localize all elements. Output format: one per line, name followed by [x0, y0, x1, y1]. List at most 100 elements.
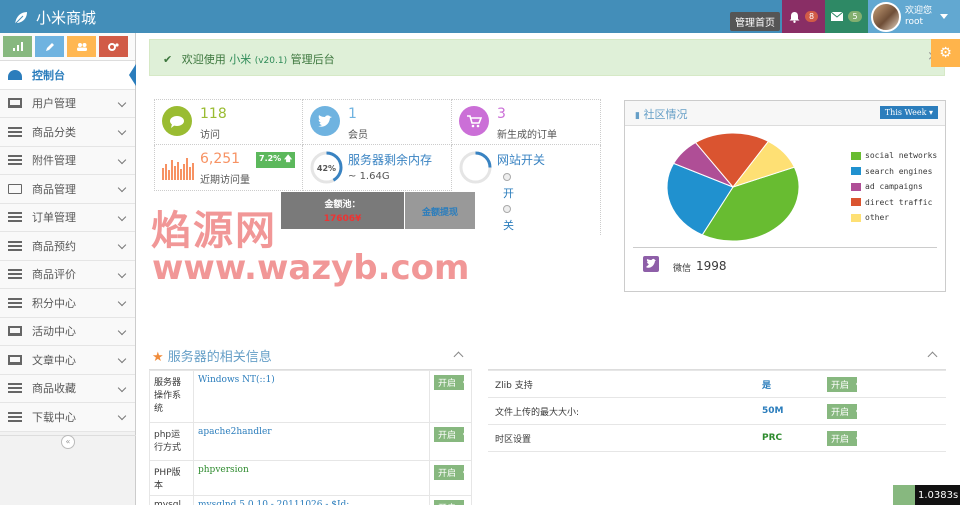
- infobox-members: 1 会员: [303, 99, 452, 145]
- shortcut-chart-button[interactable]: [3, 36, 32, 57]
- row-key: 文件上传的最大大小:: [488, 397, 755, 425]
- gear-icon: ⚙: [939, 45, 952, 61]
- recent-visits-count: 6,251: [200, 151, 241, 167]
- shortcut-users-button[interactable]: [67, 36, 96, 57]
- legend-swatch: [851, 182, 861, 191]
- growth-badge: 7.2% 🡅: [256, 152, 296, 168]
- monitor-icon: [8, 354, 22, 365]
- site-switch-off[interactable]: [503, 202, 514, 218]
- row-status: 开启: [429, 460, 472, 496]
- legend-item: direct traffic: [851, 195, 937, 211]
- list-icon: [8, 297, 22, 308]
- chevron-down-icon: [117, 212, 127, 221]
- legend-label: other: [865, 213, 890, 223]
- sidebar-item-reviews[interactable]: 商品评价: [0, 260, 135, 289]
- period-label: This Week: [884, 108, 927, 117]
- status-badge: 开启: [827, 403, 862, 419]
- site-switch-on-label: 开: [503, 187, 514, 200]
- row-status: 开启: [429, 370, 472, 423]
- user-name: root: [905, 16, 924, 27]
- withdraw-button[interactable]: 金额提现: [405, 192, 475, 229]
- status-badge: 开启: [434, 465, 469, 480]
- chevron-down-icon: [117, 98, 127, 107]
- row-value: 是: [755, 370, 820, 398]
- site-switch-options: 开 关: [503, 170, 514, 234]
- chevron-down-icon: [117, 155, 127, 164]
- legend-swatch: [851, 213, 861, 222]
- list-icon: [8, 212, 22, 223]
- wechat-label: 微信: [673, 264, 692, 274]
- legend-item: social networks: [851, 148, 937, 164]
- sidebar-item-downloads[interactable]: 下载中心: [0, 403, 135, 432]
- settings-toggle-button[interactable]: ⚙: [931, 39, 960, 67]
- community-pie-chart: [666, 132, 800, 242]
- status-badge: 开启: [434, 500, 469, 505]
- shortcut-edit-button[interactable]: [35, 36, 64, 57]
- chevron-up-icon[interactable]: [453, 351, 464, 362]
- members-label: 会员: [348, 130, 368, 141]
- list-icon: [8, 269, 22, 280]
- sidebar-item-users[interactable]: 用户管理: [0, 89, 135, 118]
- sidebar-item-points[interactable]: 积分中心: [0, 289, 135, 318]
- sidebar-item-label: 商品收藏: [32, 382, 76, 396]
- sidebar-item-articles[interactable]: 文章中心: [0, 346, 135, 375]
- brand[interactable]: 小米商城: [14, 7, 96, 28]
- chevron-up-icon[interactable]: [927, 351, 938, 362]
- site-switch-title: 网站开关: [497, 153, 546, 167]
- sidebar-item-categories[interactable]: 商品分类: [0, 118, 135, 147]
- shortcut-settings-button[interactable]: [99, 36, 128, 57]
- infobox-visits: 118 访问: [154, 99, 303, 145]
- admin-home-button[interactable]: 管理首页: [730, 5, 780, 38]
- row-value: phpversion: [193, 460, 430, 496]
- row-value: PRC: [755, 424, 820, 452]
- monitor-icon: [8, 326, 22, 337]
- top-navbar: 小米商城 管理首页 8 5 欢迎您 root: [0, 0, 960, 33]
- status-badge: 开启: [827, 430, 862, 446]
- user-menu[interactable]: 欢迎您 root: [868, 0, 960, 33]
- sidebar-item-attachments[interactable]: 附件管理: [0, 146, 135, 175]
- sidebar-item-label: 订单管理: [32, 211, 76, 225]
- row-status: 开启: [429, 495, 472, 505]
- site-switch-on[interactable]: [503, 170, 514, 186]
- sidebar-item-products[interactable]: 商品管理: [0, 175, 135, 204]
- server-info-right-table: Zlib 支持 是 开启 文件上传的最大大小: 50M 开启 时区设置 PRC …: [488, 370, 946, 452]
- sidebar-item-orders[interactable]: 订单管理: [0, 203, 135, 232]
- cogs-icon: [108, 42, 119, 51]
- memory-title: 服务器剩余内存: [348, 153, 433, 167]
- notifications-badge: 8: [804, 11, 819, 22]
- memory-value-row: ~ 1.64G: [348, 171, 390, 182]
- server-info-panel: ★ 服务器的相关信息 服务器操作系统 Windows NT(::1) 开启 ph…: [149, 340, 472, 505]
- messages-button[interactable]: 5: [825, 0, 868, 33]
- list-icon: [8, 411, 22, 422]
- sidebar-item-label: 活动中心: [32, 325, 76, 339]
- sidebar-collapse-button[interactable]: «: [61, 435, 75, 449]
- legend-swatch: [851, 198, 861, 207]
- status-badge: 开启: [434, 427, 469, 442]
- sidebar: 控制台 用户管理 商品分类 附件管理 商品管理 订单管理 商品预约 商品评价 积…: [0, 33, 136, 505]
- notifications-button[interactable]: 8: [782, 0, 825, 33]
- sidebar-item-label: 积分中心: [32, 296, 76, 310]
- sidebar-item-favorites[interactable]: 商品收藏: [0, 374, 135, 403]
- chart-legend: social networks search engines ad campaign…: [851, 148, 937, 226]
- row-status: 开启: [820, 424, 946, 452]
- infobox-memory: 42% 服务器剩余内存 ~ 1.64G: [303, 145, 452, 191]
- sidebar-nav: 控制台 用户管理 商品分类 附件管理 商品管理 订单管理 商品预约 商品评价 积…: [0, 61, 136, 432]
- legend-label: ad campaigns: [865, 182, 923, 192]
- welcome-alert: ✔ 欢迎使用 小米 (v20.1) 管理后台 ×: [149, 39, 945, 76]
- period-dropdown[interactable]: This Week ▾: [879, 106, 938, 119]
- table-row: 时区设置 PRC 开启: [488, 424, 946, 452]
- legend-item: search engines: [851, 164, 937, 180]
- sidebar-item-label: 用户管理: [32, 97, 76, 111]
- sidebar-item-label: 文章中心: [32, 353, 76, 367]
- server-info-right-header: [488, 340, 946, 370]
- table-row: 服务器操作系统 Windows NT(::1) 开启: [149, 370, 472, 423]
- community-title: 社区情况: [643, 108, 688, 121]
- sidebar-item-dashboard[interactable]: 控制台: [0, 61, 136, 90]
- sidebar-item-activities[interactable]: 活动中心: [0, 317, 135, 346]
- row-key: mysql版: [149, 495, 194, 505]
- table-row: PHP版本 phpversion 开启: [149, 460, 472, 496]
- list-icon: [8, 126, 22, 137]
- community-header: ▮ 社区情况 This Week ▾: [625, 101, 945, 126]
- sidebar-item-reservations[interactable]: 商品预约: [0, 232, 135, 261]
- sidebar-item-label: 控制台: [32, 68, 65, 82]
